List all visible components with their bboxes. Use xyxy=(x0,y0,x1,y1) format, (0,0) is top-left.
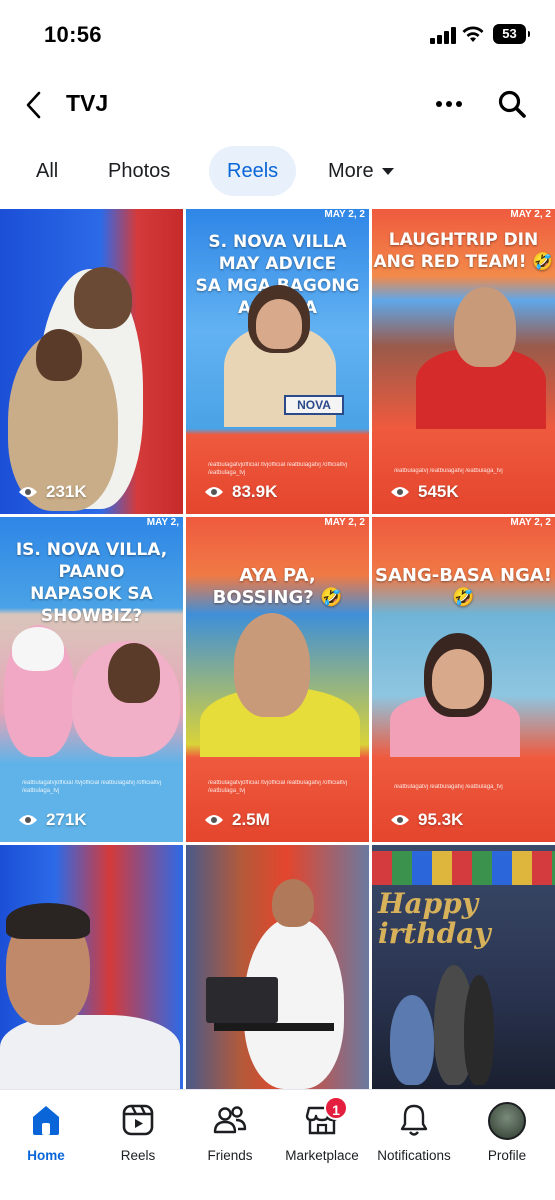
reel-tile[interactable]: 231K xyxy=(0,209,183,514)
eye-icon xyxy=(205,815,223,825)
status-bar: 10:56 53 xyxy=(0,0,555,70)
reel-tile[interactable]: MAY 2, IS. NOVA VILLA, PAANO NAPASOK SA … xyxy=(0,517,183,842)
eye-icon xyxy=(19,815,37,825)
reel-date: MAY 2, 2 xyxy=(324,517,365,528)
reels-grid: 231K MAY 2, 2 S. NOVA VILLA MAY ADVICE S… xyxy=(0,209,555,1089)
filter-tabs: All Photos Reels More xyxy=(0,146,555,198)
search-icon[interactable] xyxy=(496,88,528,120)
nav-notifications-label: Notifications xyxy=(377,1148,451,1163)
reel-caption: SANG-BASA NGA! 🤣 xyxy=(375,565,552,608)
reel-caption: AYA PA, BOSSING? 🤣 xyxy=(212,565,343,608)
back-icon[interactable] xyxy=(22,90,46,120)
eye-icon xyxy=(391,487,409,497)
view-count-text: 95.3K xyxy=(418,810,464,829)
tab-all[interactable]: All xyxy=(36,146,58,196)
birthday-banner: Happy irthday xyxy=(378,887,491,950)
nav-marketplace-label: Marketplace xyxy=(285,1148,359,1163)
podium-shape xyxy=(214,1023,334,1031)
view-count-text: 83.9K xyxy=(232,482,278,501)
nav-home[interactable]: Home xyxy=(0,1102,92,1163)
nav-marketplace[interactable]: 1 Marketplace xyxy=(276,1096,368,1163)
view-count: 2.5M xyxy=(204,810,270,830)
view-count: 83.9K xyxy=(204,482,277,502)
reel-caption: IS. NOVA VILLA, PAANO NAPASOK SA SHOWBIZ… xyxy=(15,540,168,626)
social-handles: /eatbulagatvjofficial /tvjofficial /eatb… xyxy=(22,780,162,794)
notification-badge: 1 xyxy=(324,1096,348,1120)
nav-home-label: Home xyxy=(27,1148,65,1163)
name-tag: NOVA xyxy=(284,395,344,415)
view-count: 545K xyxy=(390,482,459,502)
reel-date: MAY 2, 2 xyxy=(510,209,551,220)
reel-tile[interactable]: MAY 2, 2 S. NOVA VILLA MAY ADVICE SA MGA… xyxy=(186,209,369,514)
caret-down-icon xyxy=(381,168,394,176)
more-options-icon[interactable] xyxy=(434,94,464,114)
view-count: 95.3K xyxy=(390,810,463,830)
nav-profile-label: Profile xyxy=(487,1148,527,1163)
signal-icon xyxy=(430,26,456,44)
social-handles: /eatbulagatvj /eatbulagatvj /eatbulaga_t… xyxy=(394,784,503,790)
eye-icon xyxy=(391,815,409,825)
view-count: 231K xyxy=(18,482,87,502)
tab-more-label: More xyxy=(328,160,374,182)
avatar xyxy=(488,1102,526,1140)
eye-icon xyxy=(19,487,37,497)
status-time: 10:56 xyxy=(44,22,102,47)
wifi-icon xyxy=(462,26,484,42)
view-count: 271K xyxy=(18,810,87,830)
reel-date: MAY 2, 2 xyxy=(510,517,551,528)
battery-indicator: 53 xyxy=(493,24,530,44)
eye-icon xyxy=(205,487,223,497)
view-count-text: 271K xyxy=(46,810,87,829)
view-count-text: 545K xyxy=(418,482,459,501)
view-count-text: 231K xyxy=(46,482,87,501)
page-title: TVJ xyxy=(66,90,109,116)
nav-friends[interactable]: Friends xyxy=(184,1102,276,1163)
reel-tile[interactable]: Happy irthday xyxy=(372,845,555,1089)
tab-reels[interactable]: Reels xyxy=(209,146,297,196)
reel-date: MAY 2, xyxy=(146,517,179,528)
bell-icon xyxy=(400,1104,428,1136)
nav-reels[interactable]: Reels xyxy=(92,1102,184,1163)
reel-tile[interactable]: MAY 2, 2 AYA PA, BOSSING? 🤣 /eatbulagatv… xyxy=(186,517,369,842)
nav-notifications[interactable]: Notifications xyxy=(368,1102,460,1163)
social-handles: /eatbulagatvj /eatbulagatvj /eatbulaga_t… xyxy=(394,468,503,474)
laptop-shape xyxy=(206,977,278,1023)
reel-tile[interactable] xyxy=(186,845,369,1089)
bottom-nav: Home Reels Friends 1 Marketplace Notific… xyxy=(0,1089,555,1200)
nav-reels-label: Reels xyxy=(120,1148,156,1163)
reel-date: MAY 2, 2 xyxy=(324,209,365,220)
bunting-decoration xyxy=(372,851,555,885)
nav-friends-label: Friends xyxy=(207,1148,253,1163)
tab-photos[interactable]: Photos xyxy=(108,146,170,196)
friends-icon xyxy=(213,1106,247,1134)
home-icon xyxy=(33,1106,59,1135)
header: TVJ xyxy=(0,80,555,130)
reel-tile[interactable] xyxy=(0,845,183,1089)
reel-tile[interactable]: MAY 2, 2 SANG-BASA NGA! 🤣 /eatbulagatvj … xyxy=(372,517,555,842)
view-count-text: 2.5M xyxy=(232,810,270,829)
tab-more[interactable]: More xyxy=(328,146,394,196)
reels-icon xyxy=(122,1104,154,1136)
reel-tile[interactable]: MAY 2, 2 LAUGHTRIP DIN ANG RED TEAM! 🤣 /… xyxy=(372,209,555,514)
social-handles: /eatbulagatvjofficial /tvjofficial /eatb… xyxy=(208,462,348,476)
nav-profile[interactable]: Profile xyxy=(461,1102,553,1163)
social-handles: /eatbulagatvjofficial /tvjofficial /eatb… xyxy=(208,780,348,794)
reel-caption: LAUGHTRIP DIN ANG RED TEAM! 🤣 xyxy=(373,230,554,272)
